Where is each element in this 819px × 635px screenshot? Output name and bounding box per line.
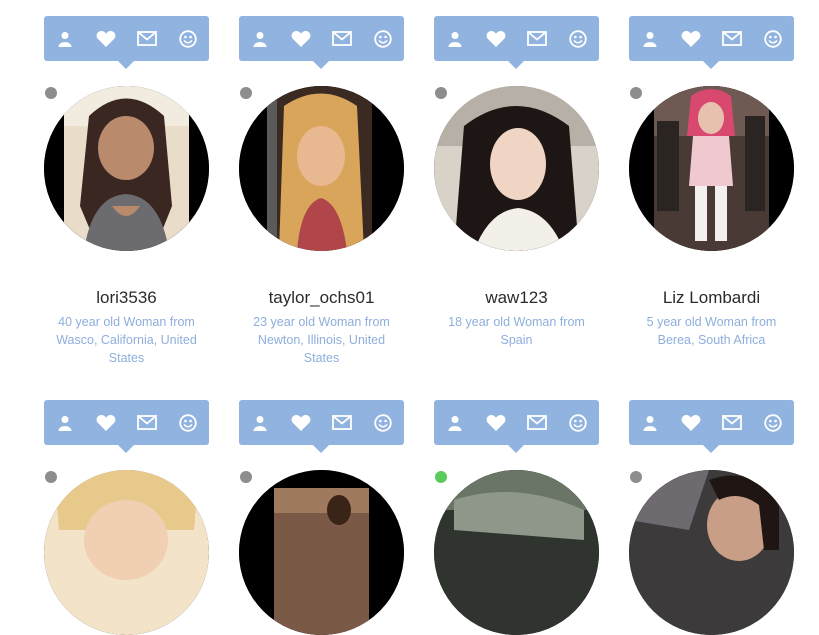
smiley-icon[interactable] (564, 409, 592, 437)
profile-toolbar (239, 400, 404, 453)
smiley-icon[interactable] (369, 25, 397, 53)
heart-icon[interactable] (287, 25, 315, 53)
profile-photo[interactable] (239, 86, 404, 251)
profile-toolbar (239, 16, 404, 69)
profile-username[interactable]: Liz Lombardi (629, 288, 794, 308)
profile-toolbar (629, 400, 794, 453)
user-icon[interactable] (636, 409, 664, 437)
user-icon[interactable] (441, 25, 469, 53)
status-indicator-offline (240, 471, 252, 483)
profile-toolbar (44, 16, 209, 69)
profile-description[interactable]: 23 year old Woman from Newton, Illinois,… (239, 313, 404, 367)
profile-username[interactable]: waw123 (434, 288, 599, 308)
profile-photo[interactable] (629, 86, 794, 251)
user-icon[interactable] (51, 25, 79, 53)
smiley-icon[interactable] (564, 25, 592, 53)
envelope-icon[interactable] (133, 25, 161, 53)
status-indicator-offline (240, 87, 252, 99)
profile-toolbar (44, 400, 209, 453)
envelope-icon[interactable] (328, 25, 356, 53)
user-icon[interactable] (636, 25, 664, 53)
status-indicator-offline (630, 87, 642, 99)
smiley-icon[interactable] (759, 409, 787, 437)
profile-grid: lori3536 40 year old Woman from Wasco, C… (0, 0, 819, 635)
profile-toolbar (434, 16, 599, 69)
user-icon[interactable] (246, 25, 274, 53)
heart-icon[interactable] (287, 409, 315, 437)
profile-username[interactable]: taylor_ochs01 (239, 288, 404, 308)
envelope-icon[interactable] (718, 409, 746, 437)
status-indicator-online (435, 471, 447, 483)
profile-username[interactable]: lori3536 (44, 288, 209, 308)
profile-photo[interactable] (434, 470, 599, 635)
status-indicator-offline (45, 87, 57, 99)
heart-icon[interactable] (677, 409, 705, 437)
status-indicator-offline (435, 87, 447, 99)
smiley-icon[interactable] (759, 25, 787, 53)
profile-description[interactable]: 18 year old Woman from Spain (434, 313, 599, 349)
profile-description[interactable]: 40 year old Woman from Wasco, California… (44, 313, 209, 367)
user-icon[interactable] (51, 409, 79, 437)
profile-description[interactable]: 5 year old Woman from Berea, South Afric… (629, 313, 794, 349)
envelope-icon[interactable] (523, 25, 551, 53)
smiley-icon[interactable] (369, 409, 397, 437)
profile-photo[interactable] (44, 470, 209, 635)
heart-icon[interactable] (677, 25, 705, 53)
smiley-icon[interactable] (174, 25, 202, 53)
user-icon[interactable] (246, 409, 274, 437)
envelope-icon[interactable] (718, 25, 746, 53)
profile-photo[interactable] (434, 86, 599, 251)
profile-photo[interactable] (629, 470, 794, 635)
envelope-icon[interactable] (328, 409, 356, 437)
profile-toolbar (434, 400, 599, 453)
heart-icon[interactable] (482, 25, 510, 53)
envelope-icon[interactable] (133, 409, 161, 437)
envelope-icon[interactable] (523, 409, 551, 437)
user-icon[interactable] (441, 409, 469, 437)
profile-photo[interactable] (44, 86, 209, 251)
heart-icon[interactable] (482, 409, 510, 437)
smiley-icon[interactable] (174, 409, 202, 437)
heart-icon[interactable] (92, 409, 120, 437)
heart-icon[interactable] (92, 25, 120, 53)
profile-toolbar (629, 16, 794, 69)
status-indicator-offline (45, 471, 57, 483)
profile-photo[interactable] (239, 470, 404, 635)
status-indicator-offline (630, 471, 642, 483)
